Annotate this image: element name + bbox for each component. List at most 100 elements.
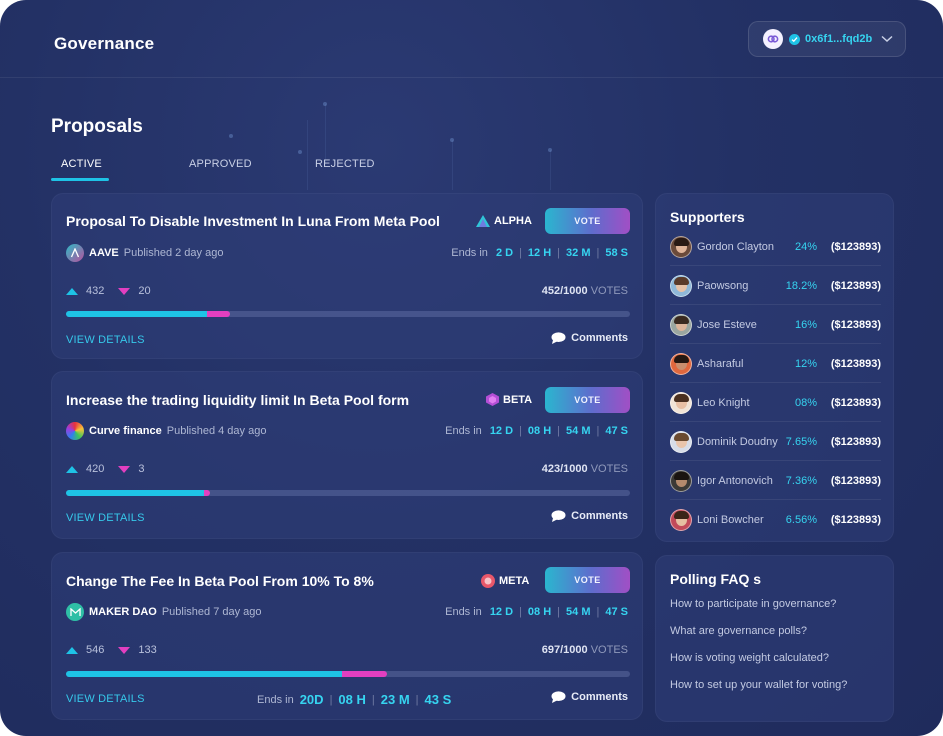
downvote-count: 20 bbox=[138, 285, 151, 297]
faq-panel: Polling FAQ s How to participate in gove… bbox=[655, 555, 894, 722]
supporter-percent: 08% bbox=[794, 396, 817, 409]
vote-tally: 423/1000 VOTES bbox=[542, 463, 628, 475]
supporter-amount: ($123893) bbox=[830, 318, 881, 331]
pool-badge: ALPHA bbox=[476, 215, 532, 227]
downvote-icon bbox=[118, 646, 131, 654]
wallet-button[interactable]: 0x6f1...fqd2b bbox=[748, 21, 906, 57]
faq-item[interactable]: How to participate in governance? bbox=[670, 598, 836, 610]
faq-item[interactable]: How is voting weight calculated? bbox=[670, 652, 829, 664]
comment-icon bbox=[551, 510, 566, 522]
supporter-row[interactable]: Asharaful 12% ($123893) bbox=[670, 345, 881, 383]
vote-tally: 697/1000 VOTES bbox=[542, 644, 628, 656]
decor-line bbox=[550, 150, 551, 190]
decor-line bbox=[325, 104, 326, 164]
pool-badge: BETA bbox=[486, 393, 532, 406]
faq-item[interactable]: What are governance polls? bbox=[670, 625, 807, 637]
supporter-row[interactable]: Dominik Doudny 7.65% ($123893) bbox=[670, 423, 881, 461]
supporter-amount: ($123893) bbox=[830, 514, 881, 526]
faq-title: Polling FAQ s bbox=[670, 571, 762, 587]
countdown-seconds: 47 S bbox=[605, 606, 628, 618]
decor-dot bbox=[548, 148, 552, 152]
proposal-card: Proposal To Disable Investment In Luna F… bbox=[51, 193, 643, 359]
supporter-row[interactable]: Gordon Clayton 24% ($123893) bbox=[670, 228, 881, 266]
decor-dot bbox=[229, 134, 233, 138]
avatar bbox=[670, 313, 692, 336]
downvote-count: 133 bbox=[138, 644, 157, 656]
countdown-hours: 12 H bbox=[527, 247, 552, 259]
faq-item[interactable]: How to set up your wallet for voting? bbox=[670, 679, 847, 691]
avatar bbox=[670, 274, 692, 297]
supporter-name: Gordon Clayton bbox=[697, 240, 775, 253]
view-details-link[interactable]: VIEW DETAILS bbox=[66, 512, 145, 524]
ends-label: Ends in bbox=[445, 425, 482, 437]
decor-dot bbox=[298, 150, 302, 154]
proposal-card: Change The Fee In Beta Pool From 10% To … bbox=[51, 552, 643, 720]
supporter-percent: 24% bbox=[794, 240, 817, 253]
supporter-percent: 16% bbox=[794, 318, 817, 331]
supporter-percent: 7.65% bbox=[785, 435, 817, 448]
vote-progress-bar bbox=[66, 671, 630, 677]
tally-count: 452/1000 bbox=[541, 285, 588, 297]
supporter-amount: ($123893) bbox=[830, 357, 881, 370]
countdown: Ends in 12 D | 08 H | 54 M | 47 S bbox=[445, 425, 628, 437]
comments-button[interactable]: Comments bbox=[551, 510, 628, 522]
tab-approved[interactable]: APPROVED bbox=[189, 158, 252, 170]
comment-icon bbox=[551, 691, 566, 703]
supporter-row[interactable]: Loni Bowcher 6.56% ($123893) bbox=[670, 501, 881, 539]
decor-line bbox=[452, 140, 453, 190]
tab-rejected[interactable]: REJECTED bbox=[315, 158, 375, 170]
tally-unit: VOTES bbox=[590, 463, 628, 475]
decor-dot bbox=[450, 138, 454, 142]
supporter-name: Jose Esteve bbox=[697, 318, 757, 331]
tally-unit: VOTES bbox=[590, 644, 628, 656]
vote-progress-bar bbox=[66, 490, 630, 496]
supporter-row[interactable]: Paowsong 18.2% ($123893) bbox=[670, 267, 881, 305]
vote-button[interactable]: VOTE bbox=[545, 567, 630, 593]
check-icon bbox=[789, 33, 800, 45]
supporter-name: Paowsong bbox=[697, 279, 749, 292]
countdown-hours: 08 H bbox=[527, 425, 552, 437]
supporter-row[interactable]: Igor Antonovich 7.36% ($123893) bbox=[670, 462, 881, 500]
proposal-title: Proposal To Disable Investment In Luna F… bbox=[66, 213, 440, 229]
org-name: Curve finance bbox=[89, 425, 162, 437]
vote-button[interactable]: VOTE bbox=[545, 387, 630, 413]
org-info: Curve finance Published 4 day ago bbox=[66, 422, 266, 440]
link-icon bbox=[763, 29, 783, 49]
vote-progress-bar bbox=[66, 311, 630, 317]
supporter-name: Igor Antonovich bbox=[697, 474, 773, 487]
vote-button[interactable]: VOTE bbox=[545, 208, 630, 234]
supporter-percent: 6.56% bbox=[785, 514, 817, 526]
pool-badge-label: ALPHA bbox=[494, 215, 532, 227]
alpha-icon bbox=[476, 215, 490, 227]
supporters-title: Supporters bbox=[670, 209, 745, 225]
org-info: MAKER DAO Published 7 day ago bbox=[66, 603, 262, 621]
countdown-bottom: Ends in 20D | 08 H | 23 M | 43 S bbox=[257, 692, 452, 707]
vote-counts: 420 3 bbox=[66, 463, 158, 475]
upvote-count: 420 bbox=[86, 463, 105, 475]
avatar bbox=[670, 352, 692, 375]
supporter-name: Leo Knight bbox=[697, 396, 750, 409]
beta-icon bbox=[486, 393, 499, 406]
maker-logo-icon bbox=[66, 603, 84, 621]
countdown: Ends in 12 D | 08 H | 54 M | 47 S bbox=[445, 606, 628, 618]
vote-tally: 452/1000 VOTES bbox=[542, 285, 628, 297]
published-date: Published 2 day ago bbox=[123, 247, 224, 259]
comments-label: Comments bbox=[571, 691, 628, 703]
meta-icon bbox=[481, 574, 495, 588]
progress-up bbox=[66, 490, 204, 496]
upvote-count: 546 bbox=[86, 644, 105, 656]
countdown: Ends in 2 D | 12 H | 32 M | 58 S bbox=[451, 247, 628, 259]
supporter-row[interactable]: Jose Esteve 16% ($123893) bbox=[670, 306, 881, 344]
tab-active[interactable]: ACTIVE bbox=[61, 158, 102, 170]
comments-button[interactable]: Comments bbox=[551, 691, 628, 703]
view-details-link[interactable]: VIEW DETAILS bbox=[66, 693, 145, 705]
supporter-row[interactable]: Leo Knight 08% ($123893) bbox=[670, 384, 881, 422]
vote-counts: 546 133 bbox=[66, 644, 171, 656]
supporter-name: Asharaful bbox=[697, 357, 744, 370]
countdown-seconds: 43 S bbox=[424, 692, 452, 707]
chevron-down-icon bbox=[881, 35, 893, 43]
comments-button[interactable]: Comments bbox=[551, 332, 628, 344]
tally-count: 697/1000 bbox=[541, 644, 588, 656]
view-details-link[interactable]: VIEW DETAILS bbox=[66, 334, 145, 346]
tally-count: 423/1000 bbox=[541, 463, 588, 475]
